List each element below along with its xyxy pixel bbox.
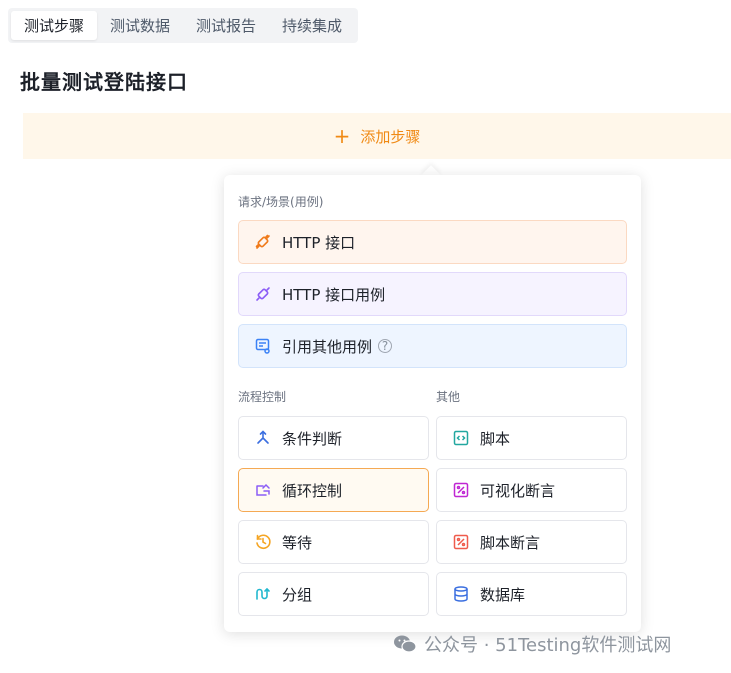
watermark-text: 公众号 · 51Testing软件测试网 [424,635,672,656]
help-icon[interactable]: ? [378,339,393,353]
menu-item-group[interactable]: 分组 [238,572,429,616]
menu-item-label: 等待 [282,533,313,552]
menu-item-label: 可视化断言 [480,481,556,500]
tab-bar: 测试步骤 测试数据 测试报告 持续集成 [8,8,359,43]
plus-icon: + [333,124,351,148]
section-title-request: 请求/场景(用例) [238,195,324,209]
menu-item-label: 条件判断 [282,429,343,448]
section-title-flow-control: 流程控制 [238,390,287,404]
menu-item-label: HTTP 接口用例 [282,285,386,304]
menu-item-script[interactable]: 脚本 [436,416,627,460]
add-step-popover: 请求/场景(用例) HTTP 接口 HTTP 接口用例 引用其他用例 ? 流程控… [224,175,641,632]
assert-icon [452,481,470,499]
tab-test-data[interactable]: 测试数据 [97,11,183,40]
menu-item-label: 引用其他用例 [282,337,373,356]
group-icon [254,585,272,603]
link-icon [254,233,272,251]
menu-item-label: 脚本断言 [480,533,541,552]
assert-icon [452,533,470,551]
section-title-other: 其他 [436,390,461,404]
script-icon [452,429,470,447]
menu-item-label: 数据库 [480,585,526,604]
link-icon [254,285,272,303]
wechat-icon [393,634,417,654]
menu-item-loop-control[interactable]: 循环控制 [238,468,429,512]
menu-item-label: 分组 [282,585,313,604]
menu-item-label: HTTP 接口 [282,233,356,252]
reference-case-icon [254,337,272,355]
page-title: 批量测试登陆接口 [20,70,188,94]
menu-item-label: 循环控制 [282,481,343,500]
branch-icon [254,429,272,447]
menu-item-reference-case[interactable]: 引用其他用例 ? [238,324,627,368]
tab-test-steps[interactable]: 测试步骤 [11,11,98,40]
menu-item-http-api[interactable]: HTTP 接口 [238,220,627,264]
tab-continuous-integration[interactable]: 持续集成 [269,11,355,40]
menu-item-visual-assertion[interactable]: 可视化断言 [436,468,627,512]
menu-item-database[interactable]: 数据库 [436,572,627,616]
watermark: 公众号 · 51Testing软件测试网 [393,631,671,657]
menu-item-http-api-case[interactable]: HTTP 接口用例 [238,272,627,316]
add-step-button[interactable]: + 添加步骤 [23,113,731,159]
menu-item-wait[interactable]: 等待 [238,520,429,564]
loop-icon [254,481,272,499]
menu-item-condition[interactable]: 条件判断 [238,416,429,460]
clock-icon [254,533,272,551]
add-step-label: 添加步骤 [360,127,421,146]
menu-item-label: 脚本 [480,429,511,448]
tab-test-report[interactable]: 测试报告 [183,11,269,40]
menu-item-script-assertion[interactable]: 脚本断言 [436,520,627,564]
database-icon [452,585,470,603]
